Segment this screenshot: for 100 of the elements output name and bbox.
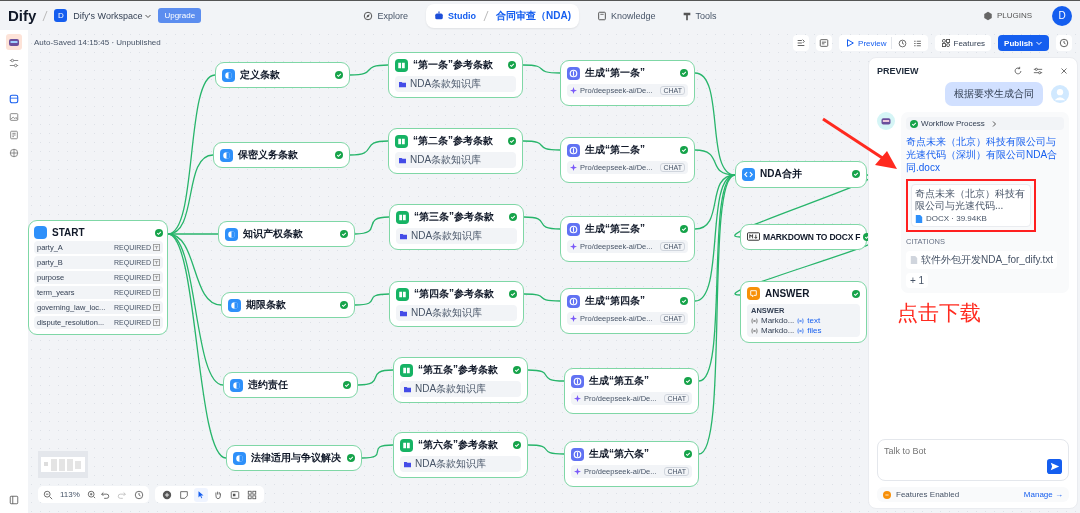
text-field-icon: [153, 274, 160, 281]
workflow-icon[interactable]: [9, 94, 19, 104]
llm-icon: [567, 222, 580, 236]
chat-box[interactable]: Talk to Bot: [877, 439, 1069, 481]
canvas-tool[interactable]: [194, 487, 208, 502]
user-avatar-icon: [1051, 85, 1069, 103]
question-classifier-node[interactable]: 法律适用与争议解决: [226, 445, 362, 471]
user-avatar[interactable]: D: [1052, 5, 1072, 26]
checklist-button[interactable]: [793, 35, 810, 51]
document-icon[interactable]: [9, 130, 19, 140]
file-link[interactable]: 奇点未来（北京）科技有限公司与光速代码（深圳）有限公司NDA合同.docx: [906, 135, 1064, 174]
checklist-icon[interactable]: [912, 38, 922, 48]
question-classifier-node[interactable]: 知识产权条款: [218, 221, 355, 247]
more-citations[interactable]: + 1: [906, 273, 929, 288]
zoom-in-icon[interactable]: [86, 489, 97, 500]
settings-icon[interactable]: [9, 58, 19, 68]
question-classifier-node[interactable]: 定义条款: [215, 62, 350, 88]
note-icon: [179, 489, 189, 500]
run-history-icon[interactable]: [897, 38, 907, 48]
features-status: Features Enabled: [896, 490, 961, 499]
connector-line: [361, 444, 394, 459]
knowledge-node[interactable]: “第一条”参考条款 NDA条款知识库: [388, 52, 523, 98]
code-node[interactable]: NDA合并: [735, 161, 867, 188]
history-button[interactable]: [1056, 35, 1072, 51]
nav-tab[interactable]: Explore: [355, 5, 416, 26]
separator-icon: [42, 9, 49, 22]
tool-node[interactable]: MARKDOWN TO DOCX F: [740, 224, 867, 250]
text-field-icon: [153, 319, 160, 326]
refresh-icon[interactable]: [1013, 66, 1023, 76]
manage-link[interactable]: Manage →: [1023, 490, 1063, 499]
close-icon[interactable]: [1059, 66, 1069, 76]
dify-logo[interactable]: Dify: [8, 7, 37, 24]
node-title: 生成“第二条”: [585, 143, 646, 157]
connector-line: [349, 140, 389, 156]
dataset-name: NDA条款知识库: [415, 382, 487, 396]
llm-icon: [567, 66, 580, 80]
citation-chip[interactable]: 软件外包开发NDA_for_dify.txt: [906, 251, 1058, 269]
image-icon[interactable]: [9, 112, 19, 122]
panel-toggle-icon[interactable]: [9, 495, 19, 505]
question-classifier-node[interactable]: 保密义务条款: [213, 142, 350, 168]
preview-button[interactable]: Preview: [845, 37, 892, 49]
chat-input[interactable]: Talk to Bot: [884, 446, 1034, 460]
variable-icon: [751, 327, 758, 334]
nav-tab[interactable]: Tools: [673, 5, 725, 26]
send-icon[interactable]: [1047, 459, 1062, 474]
features-button[interactable]: Features: [934, 35, 992, 51]
node-title: 生成“第三条”: [585, 222, 646, 236]
node-title: “第六条”参考条款: [418, 438, 499, 452]
plugins-button[interactable]: PLUGINS: [976, 9, 1038, 22]
publish-button[interactable]: Publish: [998, 35, 1049, 51]
node-title: 保密义务条款: [238, 148, 299, 162]
node-title: 期限条款: [246, 298, 287, 312]
half-circle-icon: [220, 148, 233, 162]
connector-line: [357, 369, 394, 386]
text-field-icon: [153, 304, 160, 311]
knowledge-node[interactable]: “第三条”参考条款 NDA条款知识库: [389, 204, 524, 250]
workflow-process-toggle[interactable]: Workflow Process: [906, 117, 1064, 130]
knowledge-node[interactable]: “第五条”参考条款 NDA条款知识库: [393, 357, 528, 403]
layout-icon: [247, 489, 257, 500]
node-title: 定义条款: [240, 68, 281, 82]
folder-icon: [404, 385, 411, 393]
node-title: 法律适用与争议解决: [251, 451, 342, 465]
variable-box-icon: [819, 38, 830, 48]
node-title: 违约责任: [248, 378, 289, 392]
question-classifier-node[interactable]: 违约责任: [223, 372, 358, 398]
annotation-text: 点击下载: [897, 300, 982, 326]
history-icon[interactable]: [134, 489, 144, 500]
sparkle-icon: [570, 315, 577, 322]
variable-icon: [797, 317, 805, 324]
node-title: 知识产权条款: [243, 227, 304, 241]
knowledge-node[interactable]: “第四条”参考条款 NDA条款知识库: [389, 281, 524, 327]
zoom-level[interactable]: 113%: [60, 490, 80, 499]
question-classifier-node[interactable]: 期限条款: [221, 292, 355, 318]
knowledge-node[interactable]: “第二条”参考条款 NDA条款知识库: [388, 128, 523, 174]
globe-icon[interactable]: [9, 148, 19, 158]
undo-icon[interactable]: [100, 489, 110, 500]
connector-line: [527, 444, 565, 455]
sparkle-icon: [570, 243, 577, 250]
sparkle-icon: [570, 87, 577, 94]
node-title: 生成“第四条”: [585, 294, 646, 308]
workspace-badge: D: [54, 9, 68, 22]
app-icon[interactable]: [6, 34, 22, 50]
folder-icon: [400, 232, 407, 240]
zoom-out-icon[interactable]: [43, 489, 53, 500]
env-button[interactable]: [816, 35, 833, 51]
variable-name: files: [807, 326, 822, 335]
play-icon: [845, 38, 856, 48]
history-icon: [1059, 38, 1069, 48]
workspace-selector[interactable]: Dify's Workspace: [73, 10, 153, 21]
node-title: MARKDOWN TO DOCX F: [763, 231, 861, 242]
document-icon: [915, 214, 923, 223]
connector-line: [354, 293, 390, 306]
file-card[interactable]: 奇点未来（北京）科技有限公司与光速代码... DOCX · 39.94KB: [911, 184, 1031, 227]
folder-icon: [400, 309, 407, 317]
node-title: “第五条”参考条款: [418, 363, 499, 377]
nav-tab[interactable]: Knowledge: [588, 5, 664, 26]
variables-icon[interactable]: [1033, 66, 1043, 76]
sparkle-icon: [574, 395, 581, 402]
nav-tab[interactable]: Studio 合同审查（NDA): [425, 3, 579, 28]
knowledge-node[interactable]: “第六条”参考条款 NDA条款知识库: [393, 432, 528, 478]
